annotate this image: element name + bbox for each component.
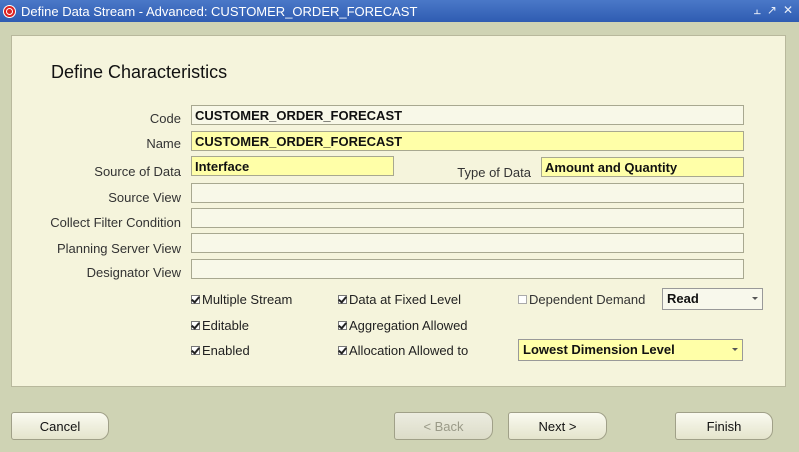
checkbox-checked-icon <box>338 321 347 330</box>
source-view-field[interactable] <box>191 183 744 203</box>
checkbox-checked-icon <box>191 321 200 330</box>
dependent-demand-select-value: Read <box>667 291 699 306</box>
chevron-down-icon <box>732 348 738 351</box>
allocation-allowed-checkbox[interactable]: Allocation Allowed to <box>338 343 468 358</box>
maximize-icon[interactable]: ↗ <box>767 3 777 18</box>
collect-filter-label: Collect Filter Condition <box>50 215 181 230</box>
next-button[interactable]: Next > <box>508 412 607 440</box>
cancel-button[interactable]: Cancel <box>11 412 109 440</box>
editable-checkbox[interactable]: Editable <box>191 318 249 333</box>
minimize-icon[interactable]: ⫠ <box>754 3 761 18</box>
planning-server-view-label: Planning Server View <box>56 241 181 256</box>
aggregation-allowed-checkbox[interactable]: Aggregation Allowed <box>338 318 468 333</box>
checkbox-checked-icon <box>191 346 200 355</box>
finish-button[interactable]: Finish <box>675 412 773 440</box>
checkbox-checked-icon <box>338 295 347 304</box>
multiple-stream-checkbox[interactable]: Multiple Stream <box>191 292 292 307</box>
enabled-checkbox[interactable]: Enabled <box>191 343 250 358</box>
name-field[interactable]: CUSTOMER_ORDER_FORECAST <box>191 131 744 151</box>
type-of-data-field[interactable]: Amount and Quantity <box>541 157 744 177</box>
source-of-data-label: Source of Data <box>94 164 181 179</box>
source-view-label: Source View <box>108 190 181 205</box>
multiple-stream-label: Multiple Stream <box>202 292 293 307</box>
close-icon[interactable]: ✕ <box>783 3 793 18</box>
name-label: Name <box>146 136 181 151</box>
checkbox-unchecked-icon <box>518 295 527 304</box>
page-title: Define Characteristics <box>51 62 228 82</box>
data-fixed-level-label: Data at Fixed Level <box>349 292 462 307</box>
dependent-demand-select[interactable]: Read <box>662 288 763 310</box>
code-field[interactable]: CUSTOMER_ORDER_FORECAST <box>191 105 744 125</box>
type-of-data-label: Type of Data <box>457 165 531 180</box>
allocation-level-select-value: Lowest Dimension Level <box>523 342 675 357</box>
code-label: Code <box>149 111 181 126</box>
window-controls: ⫠ ↗ ✕ <box>754 3 793 18</box>
window-title: Define Data Stream - Advanced: CUSTOMER_… <box>21 3 418 19</box>
title-bar: Define Data Stream - Advanced: CUSTOMER_… <box>0 0 799 22</box>
allocation-allowed-label: Allocation Allowed to <box>349 343 469 358</box>
chevron-down-icon <box>752 297 758 300</box>
collect-filter-field[interactable] <box>191 208 744 228</box>
allocation-level-select[interactable]: Lowest Dimension Level <box>518 339 743 361</box>
enabled-label: Enabled <box>202 343 250 358</box>
planning-server-view-field[interactable] <box>191 233 744 253</box>
back-button[interactable]: < Back <box>394 412 493 440</box>
dependent-demand-label: Dependent Demand <box>529 292 646 307</box>
aggregation-allowed-label: Aggregation Allowed <box>349 318 468 333</box>
oracle-app-icon <box>3 4 16 18</box>
checkbox-checked-icon <box>191 295 200 304</box>
source-of-data-field[interactable]: Interface <box>191 156 394 176</box>
checkbox-checked-icon <box>338 346 347 355</box>
data-fixed-level-checkbox[interactable]: Data at Fixed Level <box>338 292 461 307</box>
editable-label: Editable <box>202 318 249 333</box>
designator-view-label: Designator View <box>86 265 181 280</box>
designator-view-field[interactable] <box>191 259 744 279</box>
dependent-demand-checkbox[interactable]: Dependent Demand <box>518 292 645 307</box>
